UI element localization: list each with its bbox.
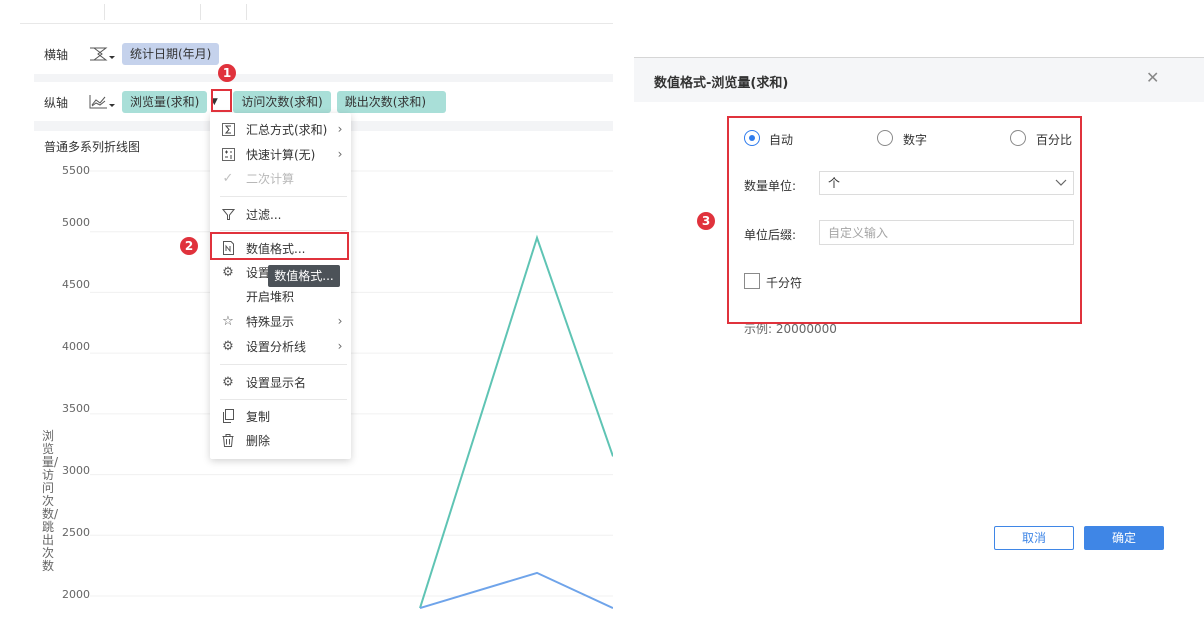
chevron-right-icon: › xyxy=(337,314,343,328)
menu-item-display-name[interactable]: ⚙ 设置显示名 xyxy=(210,371,351,393)
series-line-2 xyxy=(419,571,613,610)
series-line-1 xyxy=(419,234,613,609)
ok-button[interactable]: 确定 xyxy=(1084,526,1164,550)
dialog-title: 数值格式-浏览量(求和) xyxy=(654,76,789,91)
close-icon[interactable]: ✕ xyxy=(1146,68,1159,87)
series-layer xyxy=(419,234,613,610)
menu-item-copy[interactable]: 复制 xyxy=(210,405,351,427)
menu-item-special-display[interactable]: ☆ 特殊显示 › xyxy=(210,310,351,332)
cancel-button[interactable]: 取消 xyxy=(994,526,1074,550)
menu-item-aggregation[interactable]: 汇总方式(求和) › xyxy=(210,118,351,140)
menu-divider xyxy=(220,364,347,365)
star-icon: ☆ xyxy=(222,313,234,329)
check-icon: ✓ xyxy=(222,170,234,186)
gridlines xyxy=(90,170,613,597)
menu-tooltip: 数值格式... xyxy=(268,265,340,287)
menu-item-secondary-calc: ✓ 二次计算 xyxy=(210,167,351,189)
gear-icon: ⚙ xyxy=(222,338,234,354)
step-badge-3: 3 xyxy=(697,212,715,230)
highlight-format-options xyxy=(727,116,1082,324)
gear-icon: ⚙ xyxy=(222,264,234,280)
calculator-icon xyxy=(210,147,246,161)
highlight-number-format-item xyxy=(210,232,349,260)
menu-divider xyxy=(220,399,347,400)
chevron-right-icon: › xyxy=(337,339,343,353)
trash-icon xyxy=(210,433,246,447)
step-badge-2: 2 xyxy=(180,237,198,255)
menu-divider xyxy=(220,196,347,197)
step-badge-1: 1 xyxy=(218,64,236,82)
menu-item-delete[interactable]: 删除 xyxy=(210,429,351,451)
chevron-right-icon: › xyxy=(337,147,343,161)
menu-item-filter[interactable]: 过滤... xyxy=(210,203,351,225)
menu-divider xyxy=(220,230,347,231)
highlight-dropdown-toggle xyxy=(211,89,232,112)
menu-item-enable-stack[interactable]: 开启堆积 xyxy=(210,285,351,307)
gear-icon: ⚙ xyxy=(222,374,234,390)
sigma-icon xyxy=(210,122,246,136)
menu-item-quick-calc[interactable]: 快速计算(无) › xyxy=(210,143,351,165)
chevron-right-icon: › xyxy=(337,122,343,136)
copy-icon xyxy=(210,409,246,423)
menu-item-analysis-line[interactable]: ⚙ 设置分析线 › xyxy=(210,335,351,357)
filter-icon xyxy=(210,208,246,221)
